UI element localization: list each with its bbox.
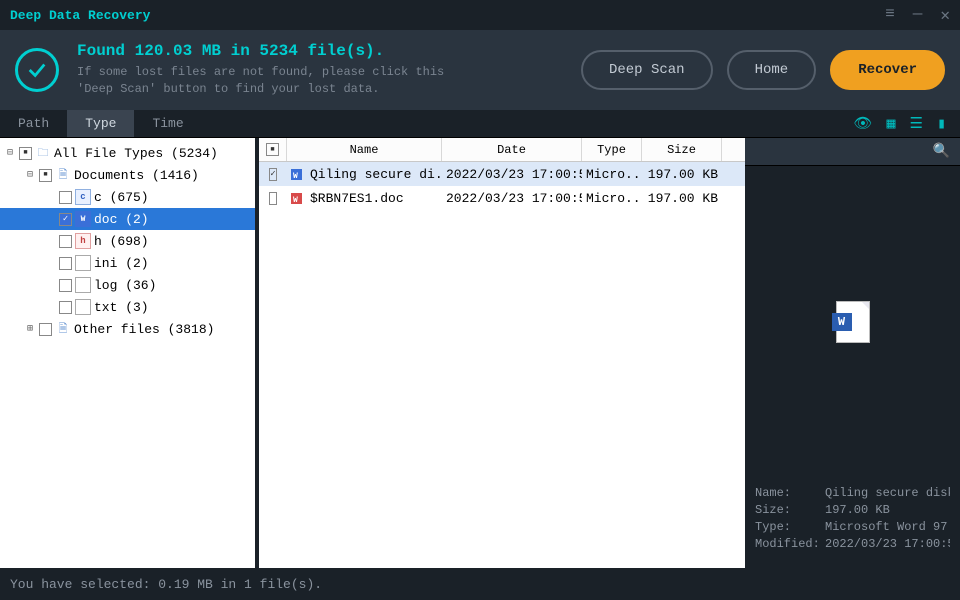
detail-name: Qiling secure disk s xyxy=(825,486,950,500)
detail-view-icon[interactable]: ▮ xyxy=(937,114,946,133)
word-file-icon xyxy=(836,301,870,343)
tree-txt[interactable]: txt (3) xyxy=(94,300,149,315)
search-bar[interactable]: 🔍 xyxy=(745,138,960,166)
scan-result-title: Found 120.03 MB in 5234 file(s). xyxy=(77,42,581,60)
file-name: Qiling secure di... xyxy=(310,167,442,182)
tab-path[interactable]: Path xyxy=(0,110,67,137)
tree-checkbox[interactable] xyxy=(59,279,72,292)
file-date: 2022/03/23 17:00:58 xyxy=(442,191,582,206)
close-icon[interactable]: ✕ xyxy=(940,5,950,25)
preview-icon[interactable]: 👁 xyxy=(853,114,872,133)
file-row[interactable]: W $RBN7ES1.doc 2022/03/23 17:00:58 Micro.… xyxy=(259,186,745,210)
tree-checkbox[interactable] xyxy=(59,191,72,204)
detail-size-label: Size: xyxy=(755,503,825,517)
app-title: Deep Data Recovery xyxy=(10,8,150,23)
scan-hint-line1: If some lost files are not found, please… xyxy=(77,64,581,81)
ini-file-icon xyxy=(75,255,91,271)
file-row[interactable]: W Qiling secure di... 2022/03/23 17:00:58… xyxy=(259,162,745,186)
file-list: Name Date Type Size W Qiling secure di...… xyxy=(255,138,745,568)
h-file-icon: h xyxy=(75,233,91,249)
tree-checkbox[interactable] xyxy=(39,169,52,182)
success-check-icon xyxy=(15,48,59,92)
grid-view-icon[interactable]: ▦ xyxy=(886,114,895,133)
tree-other[interactable]: Other files (3818) xyxy=(74,322,214,337)
tree-checkbox[interactable] xyxy=(59,301,72,314)
doc-file-icon: W xyxy=(75,211,91,227)
detail-modified-label: Modified: xyxy=(755,537,825,551)
file-name: $RBN7ES1.doc xyxy=(310,191,404,206)
svg-text:W: W xyxy=(293,172,298,181)
file-date: 2022/03/23 17:00:58 xyxy=(442,167,582,182)
tree-checkbox[interactable] xyxy=(59,257,72,270)
col-date[interactable]: Date xyxy=(442,138,582,161)
file-details: Name:Qiling secure disk s Size:197.00 KB… xyxy=(745,478,960,568)
tree-h[interactable]: h (698) xyxy=(94,234,149,249)
list-view-icon[interactable]: ☰ xyxy=(910,114,923,133)
detail-type-label: Type: xyxy=(755,520,825,534)
collapse-icon[interactable]: ⊟ xyxy=(4,147,16,159)
tree-checkbox[interactable] xyxy=(59,235,72,248)
tab-type[interactable]: Type xyxy=(67,110,134,137)
tree-checkbox[interactable] xyxy=(39,323,52,336)
documents-icon: 🗎 xyxy=(55,167,71,183)
file-preview xyxy=(745,166,960,478)
detail-modified: 2022/03/23 17:00:58 xyxy=(825,537,950,551)
search-icon[interactable]: 🔍 xyxy=(933,143,950,160)
recover-button[interactable]: Recover xyxy=(830,50,945,90)
status-text: You have selected: 0.19 MB in 1 file(s). xyxy=(10,577,322,592)
folder-icon: 🗀 xyxy=(35,145,51,161)
detail-name-label: Name: xyxy=(755,486,825,500)
other-icon: 🗎 xyxy=(55,321,71,337)
c-file-icon: c xyxy=(75,189,91,205)
svg-text:W: W xyxy=(293,196,298,205)
tree-all-types[interactable]: All File Types (5234) xyxy=(54,146,218,161)
deep-scan-button[interactable]: Deep Scan xyxy=(581,50,713,90)
file-checkbox[interactable] xyxy=(269,168,277,181)
col-name[interactable]: Name xyxy=(287,138,442,161)
col-type[interactable]: Type xyxy=(582,138,642,161)
tree-log[interactable]: log (36) xyxy=(94,278,156,293)
tree-documents[interactable]: Documents (1416) xyxy=(74,168,199,183)
file-checkbox[interactable] xyxy=(269,192,277,205)
file-type: Micro... xyxy=(582,167,642,182)
col-size[interactable]: Size xyxy=(642,138,722,161)
file-type: Micro... xyxy=(582,191,642,206)
expand-icon[interactable]: ⊞ xyxy=(24,323,36,335)
collapse-icon[interactable]: ⊟ xyxy=(24,169,36,181)
word-icon: W xyxy=(291,191,306,206)
detail-size: 197.00 KB xyxy=(825,503,950,517)
txt-file-icon xyxy=(75,299,91,315)
tree-c[interactable]: c (675) xyxy=(94,190,149,205)
scan-hint-line2: 'Deep Scan' button to find your lost dat… xyxy=(77,81,581,98)
detail-type: Microsoft Word 97 - xyxy=(825,520,950,534)
home-button[interactable]: Home xyxy=(727,50,817,90)
tree-ini[interactable]: ini (2) xyxy=(94,256,149,271)
select-all-checkbox[interactable] xyxy=(266,143,279,156)
log-file-icon xyxy=(75,277,91,293)
word-icon: W xyxy=(291,167,306,182)
file-size: 197.00 KB xyxy=(642,167,722,182)
tree-checkbox[interactable] xyxy=(19,147,32,160)
file-size: 197.00 KB xyxy=(642,191,722,206)
minimize-icon[interactable]: — xyxy=(913,5,923,25)
tree-checkbox[interactable]: ✓ xyxy=(59,213,72,226)
tab-time[interactable]: Time xyxy=(134,110,201,137)
file-type-tree: ⊟ 🗀 All File Types (5234) ⊟ 🗎 Documents … xyxy=(0,138,255,568)
tree-doc[interactable]: doc (2) xyxy=(94,212,149,227)
menu-icon[interactable]: ≡ xyxy=(885,5,895,25)
